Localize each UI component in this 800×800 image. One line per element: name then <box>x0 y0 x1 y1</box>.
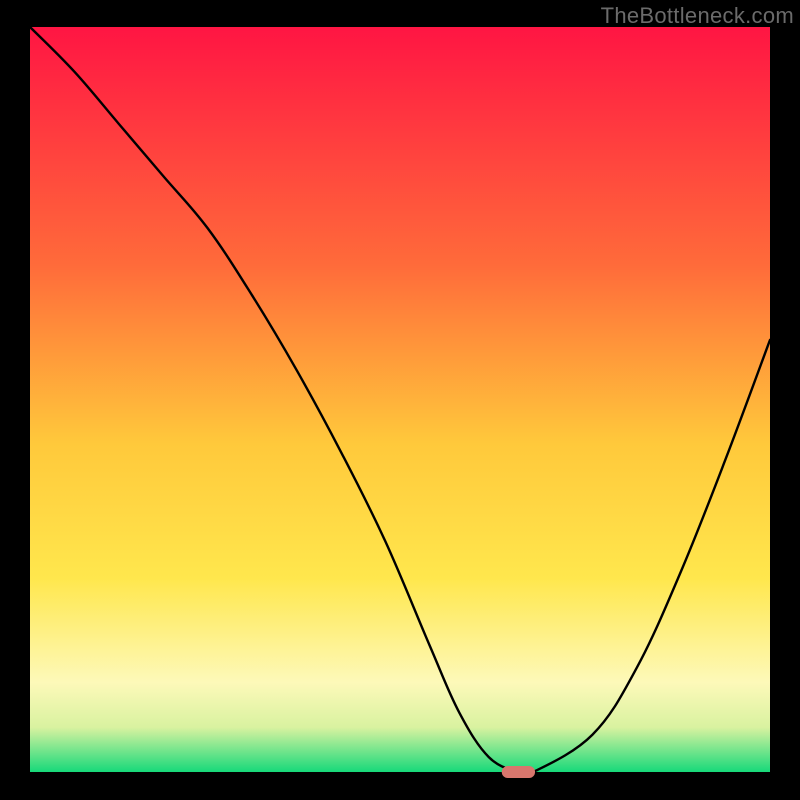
gradient-plot-area <box>30 27 770 772</box>
optimal-marker <box>502 766 535 778</box>
watermark-label: TheBottleneck.com <box>601 3 794 29</box>
bottleneck-chart: TheBottleneck.com <box>0 0 800 800</box>
chart-svg <box>0 0 800 800</box>
